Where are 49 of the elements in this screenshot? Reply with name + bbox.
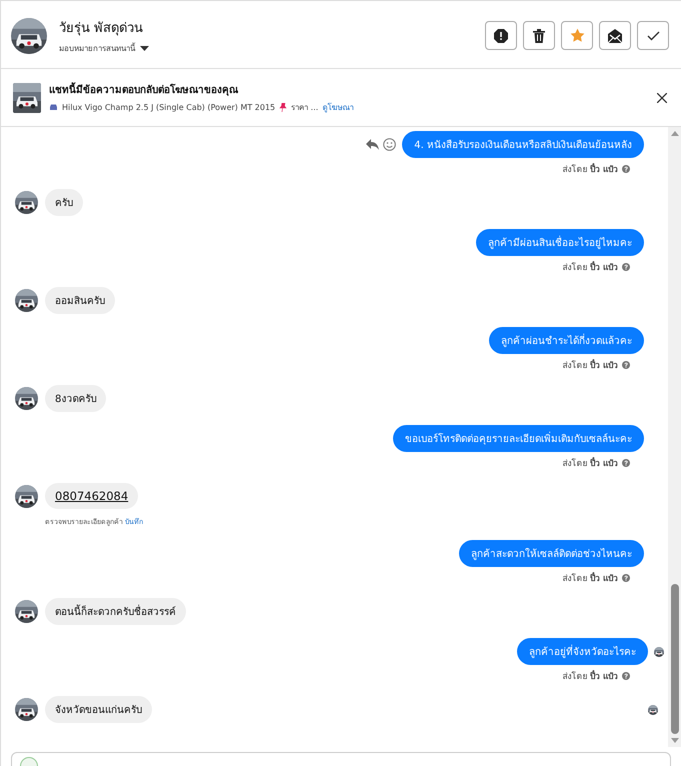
reply-icon[interactable] <box>366 139 380 150</box>
message-bubble: ลูกค้าผ่อนชำระได้กี่งวดแล้วคะ <box>489 327 644 354</box>
alert-icon <box>494 28 508 42</box>
help-icon[interactable] <box>622 361 630 369</box>
star-button[interactable] <box>561 21 593 50</box>
message-bubble: จังหวัดขอนแก่นครับ <box>45 696 152 723</box>
listing-title: Hilux Vigo Champ 2.5 J (Single Cab) (Power) MT 2015 <box>62 103 276 112</box>
view-ad-link[interactable]: ดูโฆษณา <box>322 101 354 114</box>
phone-link[interactable]: 0807462084 <box>45 483 138 509</box>
message-bubble: ลูกค้าอยู่ที่จังหวัดอะไรคะ <box>517 638 648 665</box>
message-bubble: 8งวดครับ <box>45 385 106 412</box>
sender-label: ส่งโดย ปิ๋ว แป๋ว <box>562 162 618 176</box>
help-icon[interactable] <box>622 263 630 271</box>
price-label: ราคา ... <box>291 102 318 114</box>
envelope-icon <box>608 28 622 42</box>
mail-button[interactable] <box>599 21 631 50</box>
trash-icon <box>533 28 545 42</box>
message-bubble: ขอเบอร์โทรติดต่อคุยรายละเอียดเพิ่มเติมกับเซลล์นะคะ <box>393 425 644 452</box>
trash-button[interactable] <box>523 21 555 50</box>
scroll-thumb[interactable] <box>670 584 678 734</box>
help-icon[interactable] <box>622 459 630 467</box>
message-bubble: ครับ <box>45 189 83 216</box>
sender-label: ส่งโดย ปิ๋ว แป๋ว <box>562 358 618 372</box>
scroll-up-icon[interactable] <box>670 131 678 136</box>
sender-label: ส่งโดย ปิ๋ว แป๋ว <box>562 669 618 683</box>
help-icon[interactable] <box>622 672 630 680</box>
sender-label: ส่งโดย ปิ๋ว แป๋ว <box>562 456 618 470</box>
alert-button[interactable] <box>485 21 517 50</box>
pin-icon <box>279 103 288 112</box>
caret-icon[interactable] <box>140 46 149 50</box>
message-bubble: ตอนนี้ก็สะดวกครับชื่อสวรรค์ <box>45 598 186 625</box>
sender-label: ส่งโดย ปิ๋ว แป๋ว <box>562 571 618 585</box>
help-icon[interactable] <box>622 574 630 582</box>
check-icon <box>646 30 660 40</box>
message-bubble: ออมสินครับ <box>45 287 115 314</box>
contact-name: วัยรุ่น พัสดุด่วน <box>59 20 144 38</box>
message-bubble: 4. หนังสือรับรองเงินเดือนหรือสลิปเงินเดือนย้อนหลัง <box>402 131 644 158</box>
emoji-icon[interactable] <box>383 138 396 151</box>
message-bubble: ลูกค้าสะดวกให้เซลล์ติดต่อช่วงไหนคะ <box>459 540 644 567</box>
close-icon[interactable] <box>657 93 667 103</box>
ad-reply-title: แชทนี้มีข้อความตอบกลับต่อโฆษณาของคุณ <box>49 82 354 97</box>
sender-label: ส่งโดย ปิ๋ว แป๋ว <box>562 260 618 274</box>
scroll-down-icon[interactable] <box>670 738 678 743</box>
message-bubble: ลูกค้ามีผ่อนสินเชื่ออะไรอยู่ไหมคะ <box>476 229 644 256</box>
check-button[interactable] <box>637 21 669 50</box>
assign-dropdown[interactable]: มอบหมายการสนทนานี้ <box>59 42 135 54</box>
car-icon <box>49 104 58 111</box>
star-icon <box>570 28 584 43</box>
help-icon[interactable] <box>622 165 630 173</box>
